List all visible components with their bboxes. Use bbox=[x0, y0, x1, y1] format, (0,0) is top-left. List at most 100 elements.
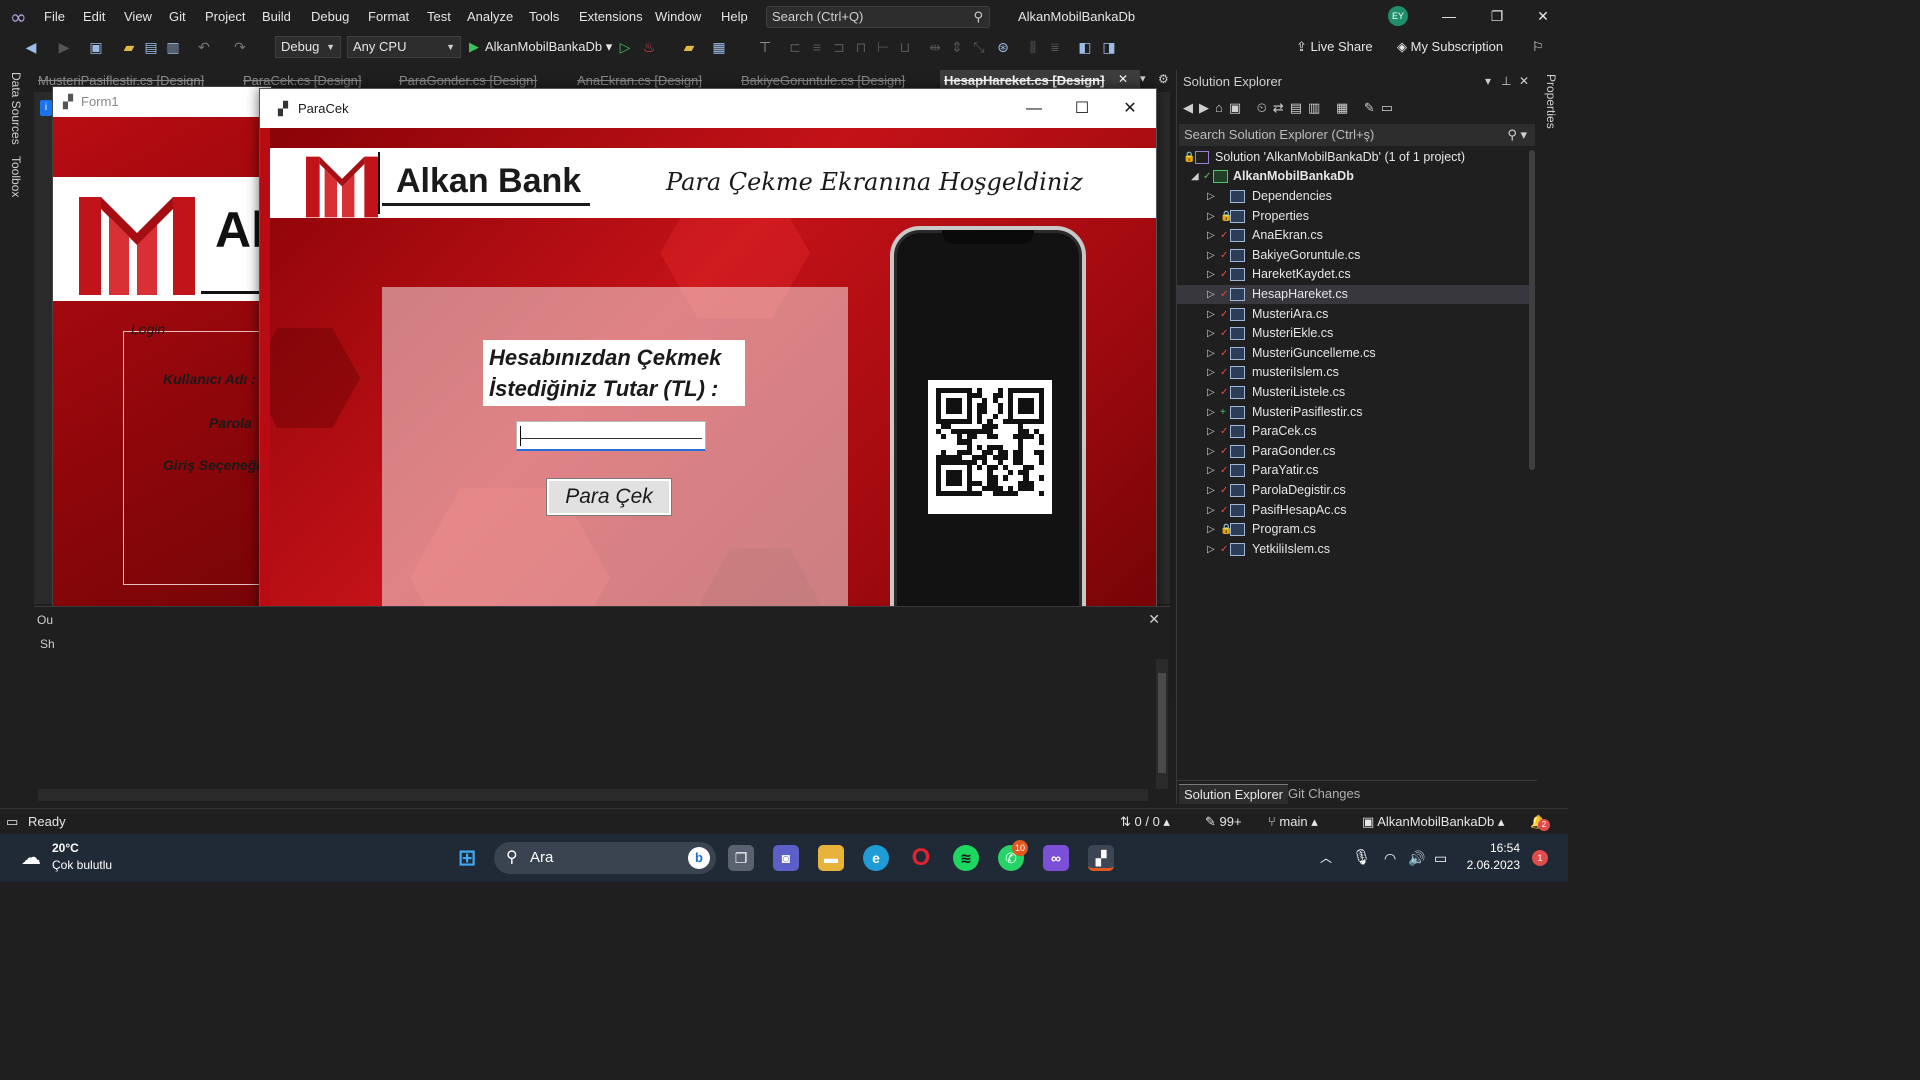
menu-view[interactable]: View bbox=[124, 0, 152, 33]
close-icon[interactable]: ✕ bbox=[1520, 0, 1566, 33]
new-project-icon[interactable]: ▣ bbox=[87, 38, 105, 56]
solution-item[interactable]: ▷ ✓ MusteriGuncelleme.cs bbox=[1177, 344, 1535, 363]
notification-center-badge[interactable]: 1 bbox=[1532, 850, 1548, 866]
menu-build[interactable]: Build bbox=[262, 0, 291, 33]
solution-item[interactable]: ▷ ✓ HesapHareket.cs bbox=[1177, 285, 1535, 304]
navigate-forward-icon[interactable]: ▶ bbox=[55, 38, 73, 56]
menu-debug[interactable]: Debug bbox=[311, 0, 349, 33]
same-size-icon[interactable]: ⤡ bbox=[970, 38, 988, 56]
align-bottom-icon[interactable]: ⊔ bbox=[896, 38, 914, 56]
solution-item[interactable]: ▷ 🔒 Properties bbox=[1177, 207, 1535, 226]
chevron-right-icon[interactable]: ▷ bbox=[1207, 285, 1215, 304]
form1-window[interactable]: ▞ Form1 Al Login Kullanıcı Adı : Parola … bbox=[52, 86, 272, 690]
menu-extensions[interactable]: Extensions bbox=[579, 0, 643, 33]
solution-item[interactable]: ▷ ✓ ParolaDegistir.cs bbox=[1177, 481, 1535, 500]
chevron-right-icon[interactable]: ▷ bbox=[1207, 540, 1215, 559]
solution-item[interactable]: ▷ ✓ BakiyeGoruntule.cs bbox=[1177, 246, 1535, 265]
chevron-right-icon[interactable]: ▷ bbox=[1207, 422, 1215, 441]
subscription-button[interactable]: ◈ My Subscription bbox=[1397, 33, 1503, 61]
menu-window[interactable]: Window bbox=[655, 0, 701, 33]
solution-item[interactable]: ▷ Dependencies bbox=[1177, 187, 1535, 206]
chevron-right-icon[interactable]: ▷ bbox=[1207, 461, 1215, 480]
volume-icon[interactable]: 🔊 bbox=[1408, 834, 1425, 882]
scrollbar-thumb[interactable] bbox=[1158, 673, 1166, 773]
solution-item[interactable]: ▷ ✓ AnaEkran.cs bbox=[1177, 226, 1535, 245]
tab-solution-explorer[interactable]: Solution Explorer bbox=[1179, 784, 1288, 804]
tab-git-changes[interactable]: Git Changes bbox=[1283, 784, 1365, 804]
spacing-icon[interactable]: ⫼ bbox=[1024, 38, 1042, 56]
layout-icon[interactable]: ▦ bbox=[710, 38, 728, 56]
amount-input[interactable] bbox=[516, 421, 706, 451]
properties-tab[interactable]: Properties bbox=[1544, 74, 1558, 129]
vertical-scrollbar[interactable] bbox=[1156, 659, 1168, 789]
chevron-right-icon[interactable]: ▷ bbox=[1207, 246, 1215, 265]
chevron-right-icon[interactable]: ▷ bbox=[1207, 187, 1215, 206]
configuration-dropdown[interactable]: Debug ▼ bbox=[275, 36, 341, 58]
solution-item[interactable]: ▷ 🔒 Program.cs bbox=[1177, 520, 1535, 539]
withdraw-button[interactable]: Para Çek bbox=[546, 478, 672, 516]
file-explorer-icon[interactable]: ▬ bbox=[818, 845, 844, 871]
branch-selector[interactable]: ⑂ main ▴ bbox=[1268, 809, 1318, 835]
close-icon[interactable]: ✕ bbox=[1148, 611, 1160, 628]
clock-date[interactable]: 2.06.2023 bbox=[1450, 858, 1520, 872]
save-all-icon[interactable]: ▥ bbox=[164, 38, 182, 56]
output-status-icon[interactable]: ▭ bbox=[6, 809, 18, 835]
chevron-right-icon[interactable]: ▷ bbox=[1207, 481, 1215, 500]
chevron-right-icon[interactable]: ▷ bbox=[1207, 403, 1215, 422]
chevron-right-icon[interactable]: ▷ bbox=[1207, 442, 1215, 461]
start-debugging-button[interactable]: ▶ AlkanMobilBankaDb ▾ bbox=[469, 36, 612, 58]
menu-edit[interactable]: Edit bbox=[83, 0, 105, 33]
menu-analyze[interactable]: Analyze bbox=[467, 0, 513, 33]
solution-item[interactable]: ▷ + MusteriPasiflestir.cs bbox=[1177, 403, 1535, 422]
chevron-up-icon[interactable]: ︿ bbox=[1320, 834, 1332, 882]
minimize-icon[interactable]: — bbox=[1010, 89, 1058, 128]
task-view-icon[interactable]: ❐ bbox=[728, 845, 754, 871]
maximize-icon[interactable]: ❐ bbox=[1474, 0, 1520, 33]
active-window-icon[interactable]: ▞ bbox=[1088, 845, 1114, 871]
align-left-icon[interactable]: ⊏ bbox=[786, 38, 804, 56]
solution-item[interactable]: ▷ ✓ MusteriEkle.cs bbox=[1177, 324, 1535, 343]
chevron-right-icon[interactable]: ▷ bbox=[1207, 305, 1215, 324]
solution-explorer-toolbar[interactable]: ◀▶⌂▣ ⏲⇄▤▥ ▦ ✎▭ bbox=[1183, 100, 1399, 116]
align-middle-icon[interactable]: ⊢ bbox=[874, 38, 892, 56]
menu-project[interactable]: Project bbox=[205, 0, 245, 33]
horizontal-scrollbar[interactable] bbox=[38, 789, 1148, 801]
navigate-back-icon[interactable]: ◀ bbox=[22, 38, 40, 56]
data-sources-tab[interactable]: Data Sources bbox=[9, 72, 23, 145]
live-share-button[interactable]: ⇪ Live Share bbox=[1296, 33, 1373, 61]
solution-item[interactable]: ▷ ✓ ParaGonder.cs bbox=[1177, 442, 1535, 461]
avatar[interactable]: EY bbox=[1388, 6, 1408, 26]
toolbox-tab[interactable]: Toolbox bbox=[9, 156, 23, 197]
menu-help[interactable]: Help bbox=[721, 0, 748, 33]
weather-cloud-icon[interactable]: ☁ bbox=[18, 845, 44, 871]
menu-git[interactable]: Git bbox=[169, 0, 186, 33]
chevron-right-icon[interactable]: ▷ bbox=[1207, 383, 1215, 402]
vertical-spacing-icon[interactable]: ⩸ bbox=[1046, 38, 1064, 56]
align-top-icon[interactable]: ⊓ bbox=[852, 38, 870, 56]
solution-item[interactable]: ▷ ✓ MusteriListele.cs bbox=[1177, 383, 1535, 402]
microphone-icon[interactable]: 🎙 bbox=[1352, 834, 1371, 882]
visual-studio-logo-icon[interactable]: ∞ bbox=[10, 6, 32, 28]
chevron-right-icon[interactable]: ▷ bbox=[1207, 363, 1215, 382]
maximize-icon[interactable]: ☐ bbox=[1058, 89, 1106, 128]
menu-test[interactable]: Test bbox=[427, 0, 451, 33]
solution-item[interactable]: ▷ ✓ MusteriAra.cs bbox=[1177, 305, 1535, 324]
start-without-debugging-icon[interactable]: ▷ bbox=[616, 38, 634, 56]
solution-item[interactable]: ▷ ✓ HareketKaydet.cs bbox=[1177, 265, 1535, 284]
solution-node[interactable]: 🔒 Solution 'AlkanMobilBankaDb' (1 of 1 p… bbox=[1177, 148, 1535, 167]
chevron-right-icon[interactable]: ▷ bbox=[1207, 344, 1215, 363]
chevron-right-icon[interactable]: ▷ bbox=[1207, 207, 1215, 226]
send-back-icon[interactable]: ◨ bbox=[1100, 38, 1118, 56]
error-counter[interactable]: ⇅ 0 / 0 ▴ bbox=[1120, 809, 1170, 835]
bring-front-icon[interactable]: ◧ bbox=[1076, 38, 1094, 56]
chevron-right-icon[interactable]: ▷ bbox=[1207, 520, 1215, 539]
chevron-right-icon[interactable]: ▷ bbox=[1207, 265, 1215, 284]
chevron-right-icon[interactable]: ▷ bbox=[1207, 324, 1215, 343]
open-folder-icon[interactable]: ▰ bbox=[120, 38, 138, 56]
output-title[interactable]: Ou bbox=[37, 613, 53, 627]
hot-reload-icon[interactable]: ♨ bbox=[640, 38, 658, 56]
solution-item[interactable]: ▷ ✓ musteriIslem.cs bbox=[1177, 363, 1535, 382]
close-icon[interactable]: ✕ bbox=[1519, 74, 1529, 88]
save-icon[interactable]: ▤ bbox=[142, 38, 160, 56]
wifi-icon[interactable]: ◠ bbox=[1384, 834, 1396, 882]
